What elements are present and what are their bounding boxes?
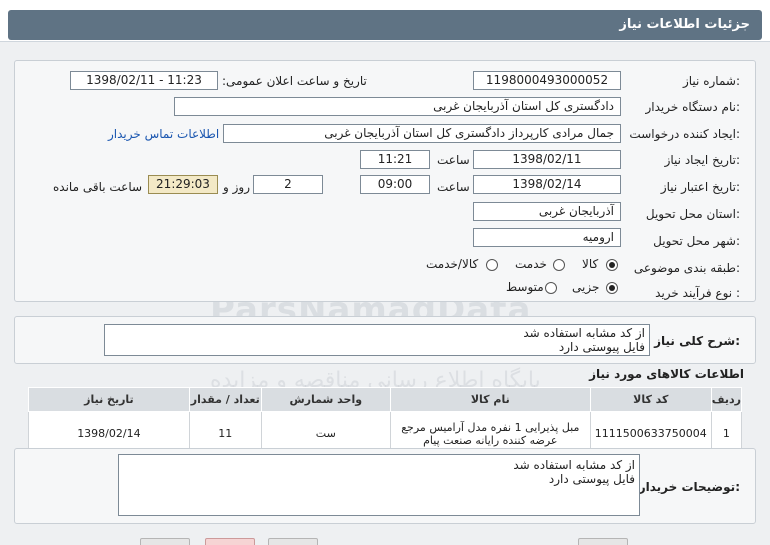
- category-goods-service-radio[interactable]: [486, 259, 498, 271]
- title-bar-strip: جزئیات اطلاعات نیاز: [8, 10, 762, 40]
- description-line-1: از کد مشابه استفاده شد: [523, 326, 645, 340]
- city-field[interactable]: ارومیه: [473, 228, 621, 247]
- footer-button-3[interactable]: [268, 538, 318, 545]
- goods-table-wrap: ردیف کد کالا نام کالا واحد شمارش تعداد /…: [28, 387, 743, 456]
- created-time-label: ساعت: [437, 153, 470, 167]
- col-count: تعداد / مقدار: [188, 387, 262, 412]
- created-date-label: تاریخ ایجاد نیاز:: [664, 153, 740, 167]
- need-number-label: شماره نیاز:: [682, 74, 740, 88]
- validity-time-field[interactable]: 09:00: [360, 175, 430, 194]
- buyer-org-label: نام دستگاه خریدار:: [645, 100, 741, 114]
- footer-button-4[interactable]: [578, 538, 628, 545]
- title-bar: جزئیات اطلاعات نیاز: [0, 0, 770, 42]
- category-goods-service-label: کالا/خدمت: [426, 257, 479, 271]
- province-label: استان محل تحویل:: [645, 207, 740, 221]
- validity-time-label: ساعت: [437, 180, 470, 194]
- creator-field[interactable]: جمال مرادی کارپرداز دادگستری کل استان آذ…: [223, 124, 621, 143]
- need-number-field[interactable]: 1198000493000052: [473, 71, 621, 90]
- validity-date-label: تاریخ اعتبار نیاز:: [660, 180, 740, 194]
- days-label: روز و: [223, 180, 250, 194]
- description-line-2: فایل پیوستی دارد: [558, 340, 645, 354]
- buyer-org-field[interactable]: دادگستری کل استان آذربایجان غربی: [174, 97, 621, 116]
- announce-datetime-field[interactable]: 1398/02/11 - 11:23: [70, 71, 218, 90]
- buyer-notes-label: توضیحات خریدار:: [638, 480, 740, 494]
- created-time-field[interactable]: 11:21: [360, 150, 430, 169]
- city-label: شهر محل تحویل:: [653, 234, 740, 248]
- validity-date-field[interactable]: 1398/02/14: [473, 175, 621, 194]
- col-code: کد کالا: [589, 387, 712, 412]
- buyer-notes-box: از کد مشابه استفاده شد فایل پیوستی دارد: [118, 454, 640, 516]
- buyer-contact-link[interactable]: اطلاعات تماس خریدار: [108, 127, 219, 141]
- category-service-radio[interactable]: [553, 259, 565, 271]
- buyer-notes-line-1: از کد مشابه استفاده شد: [513, 458, 635, 472]
- process-partial-radio[interactable]: [606, 282, 618, 294]
- col-unit: واحد شمارش: [260, 387, 391, 412]
- col-date: تاریخ نیاز: [28, 387, 190, 412]
- process-type-label: نوع فرآیند خرید :: [655, 286, 740, 300]
- footer-button-1[interactable]: [140, 538, 190, 545]
- description-label: شرح کلی نیاز:: [654, 334, 740, 348]
- category-service-label: خدمت: [515, 257, 547, 271]
- category-label: طبقه بندی موضوعی:: [633, 261, 740, 275]
- category-goods-label: کالا: [582, 257, 599, 271]
- announce-datetime-label: تاریخ و ساعت اعلان عمومی:: [222, 74, 367, 88]
- footer-button-2[interactable]: [205, 538, 255, 545]
- goods-table-header: ردیف کد کالا نام کالا واحد شمارش تعداد /…: [28, 387, 743, 412]
- days-remaining-field[interactable]: 2: [253, 175, 323, 194]
- process-medium-label: متوسط: [506, 280, 544, 294]
- goods-section-title: اطلاعات کالاهای مورد نیاز: [589, 367, 744, 381]
- province-field[interactable]: آذربایجان غربی: [473, 202, 621, 221]
- category-goods-radio[interactable]: [606, 259, 618, 271]
- buyer-notes-line-2: فایل پیوستی دارد: [548, 472, 635, 486]
- remaining-time-field: 21:29:03: [148, 175, 218, 194]
- col-name: نام کالا: [389, 387, 591, 412]
- created-date-field[interactable]: 1398/02/11: [473, 150, 621, 169]
- creator-label: ایجاد کننده درخواست:: [629, 127, 740, 141]
- process-medium-radio[interactable]: [545, 282, 557, 294]
- goods-table: ردیف کد کالا نام کالا واحد شمارش تعداد /…: [28, 387, 743, 456]
- col-row: ردیف: [710, 387, 743, 412]
- description-box: از کد مشابه استفاده شد فایل پیوستی دارد: [104, 324, 650, 356]
- remaining-time-label: ساعت باقی مانده: [53, 180, 143, 194]
- process-partial-label: جزیی: [572, 280, 600, 294]
- page-title: جزئیات اطلاعات نیاز: [619, 17, 750, 32]
